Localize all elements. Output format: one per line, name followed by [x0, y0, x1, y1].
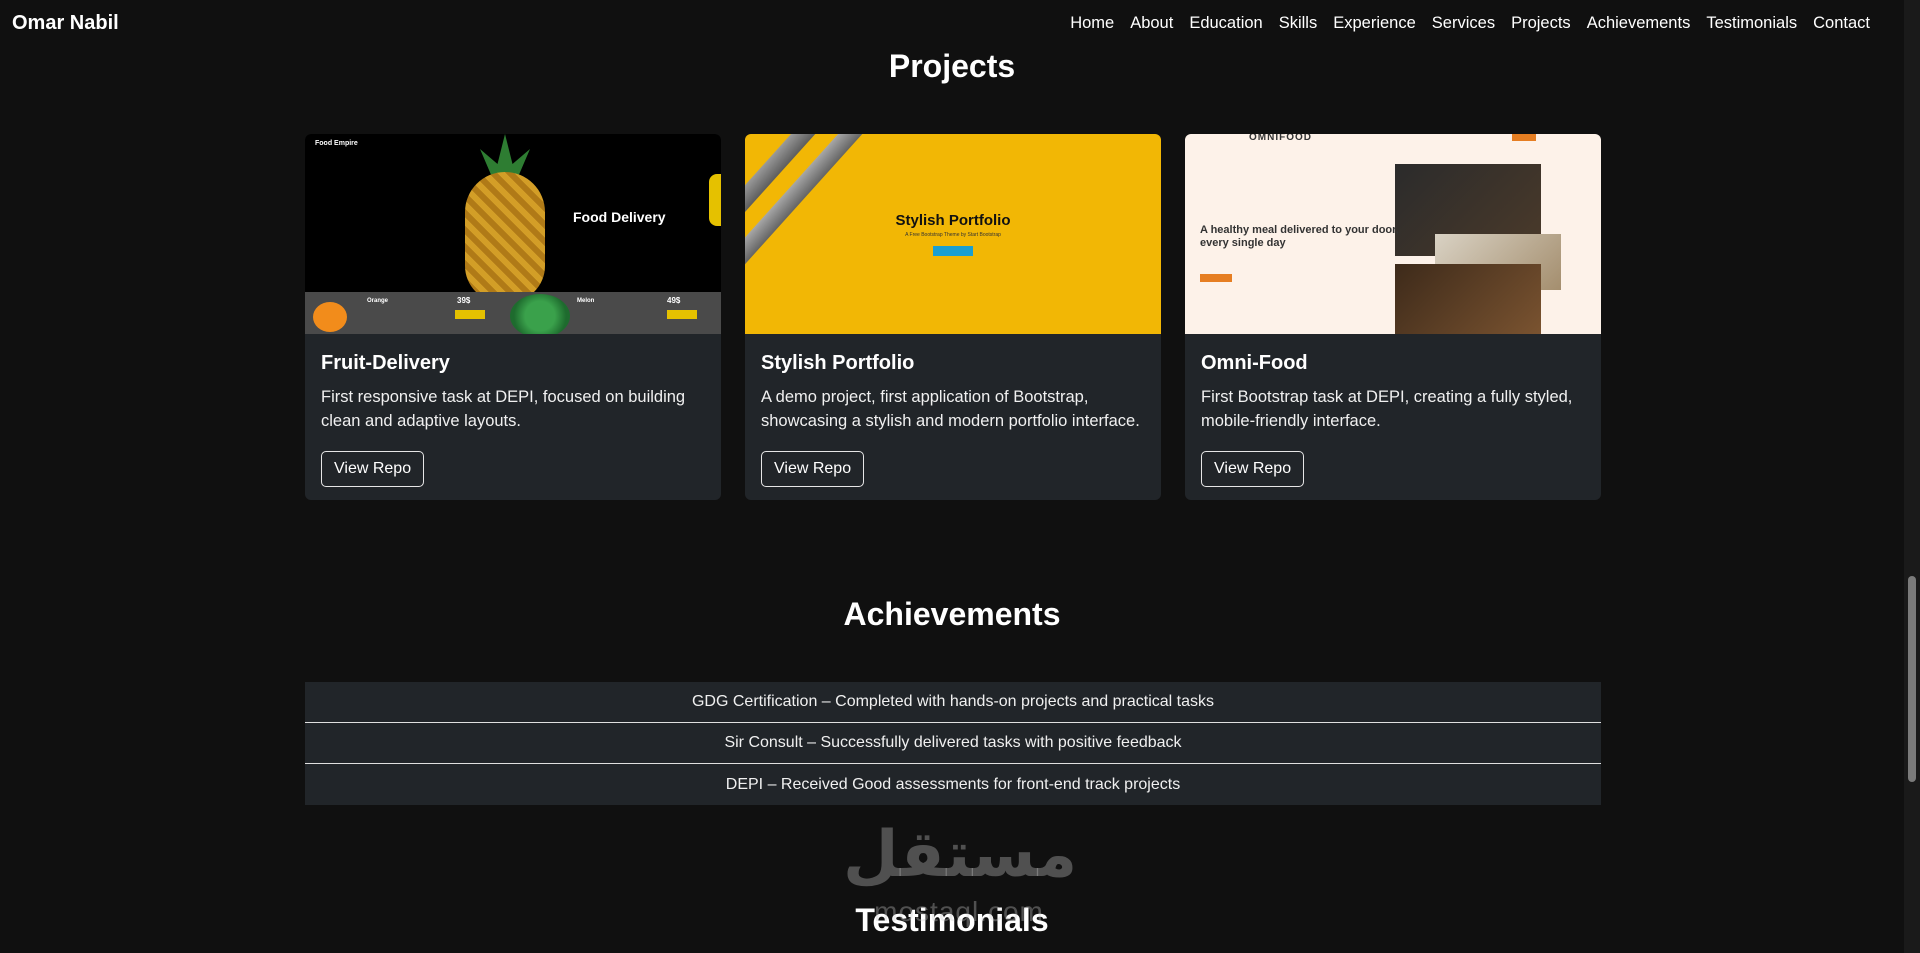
project-cards: Food Empire Food Delivery Orange 39$ Mel… — [305, 134, 1601, 500]
card-text: First Bootstrap task at DEPI, creating a… — [1201, 388, 1573, 430]
thumb-headline: A healthy meal delivered to your door, e… — [1200, 224, 1399, 249]
thumb-label-melon: Melon — [577, 298, 595, 304]
achievement-item: Sir Consult – Successfully delivered tas… — [305, 723, 1601, 764]
nav-link-contact[interactable]: Contact — [1813, 14, 1870, 33]
thumb-buy-button-1 — [455, 310, 485, 319]
pencil-image — [745, 134, 906, 280]
achievement-item: GDG Certification – Completed with hands… — [305, 682, 1601, 723]
watermark-url: mostaql.com — [874, 896, 1044, 927]
navbar: Omar Nabil Home About Education Skills E… — [0, 0, 1904, 46]
project-card-fruit-delivery: Food Empire Food Delivery Orange 39$ Mel… — [305, 134, 721, 500]
nav-link-about[interactable]: About — [1130, 14, 1173, 33]
thumb-side-panel — [709, 174, 721, 226]
project-thumbnail: Stylish Portfolio A Free Bootstrap Theme… — [745, 134, 1161, 334]
achievements-list: GDG Certification – Completed with hands… — [305, 682, 1601, 805]
thumb-headline: Food Delivery — [573, 209, 666, 225]
card-body: Omni-Food First Bootstrap task at DEPI, … — [1185, 334, 1601, 500]
project-thumbnail: Food Empire Food Delivery Orange 39$ Mel… — [305, 134, 721, 334]
nav-link-skills[interactable]: Skills — [1279, 14, 1318, 33]
thumb-subtitle: A Free Bootstrap Theme by Start Bootstra… — [905, 232, 1001, 238]
card-text: First responsive task at DEPI, focused o… — [321, 388, 686, 430]
brand[interactable]: Omar Nabil — [12, 12, 119, 35]
thumb-nav-button — [1512, 134, 1536, 141]
orange-image — [313, 302, 347, 332]
project-card-omni-food: OMNIFOOD A healthy meal delivered to you… — [1185, 134, 1601, 500]
nav-link-services[interactable]: Services — [1432, 14, 1495, 33]
pineapple-image — [465, 172, 545, 302]
projects-title: Projects — [888, 48, 1016, 84]
nav-link-experience[interactable]: Experience — [1333, 14, 1416, 33]
melon-image — [510, 294, 570, 334]
thumb-label-orange: Orange — [367, 298, 389, 304]
project-card-stylish-portfolio: Stylish Portfolio A Free Bootstrap Theme… — [745, 134, 1161, 500]
thumb-cta-button — [933, 246, 973, 256]
view-repo-button[interactable]: View Repo — [761, 451, 865, 487]
thumb-headline: Stylish Portfolio — [895, 212, 1011, 229]
nav-link-education[interactable]: Education — [1189, 14, 1262, 33]
watermark-logo: مستقل — [843, 818, 1078, 890]
thumb-buy-button-2 — [667, 310, 697, 319]
thumb-logo: OMNIFOOD — [1249, 134, 1312, 143]
view-repo-button[interactable]: View Repo — [321, 451, 425, 487]
card-title: Fruit-Delivery — [321, 352, 450, 374]
nav-link-testimonials[interactable]: Testimonials — [1706, 14, 1797, 33]
project-thumbnail: OMNIFOOD A healthy meal delivered to you… — [1185, 134, 1601, 334]
achievement-item: DEPI – Received Good assessments for fro… — [305, 764, 1601, 805]
scrollbar[interactable] — [1904, 0, 1920, 953]
thumb-price-1: 39$ — [457, 296, 471, 305]
thumb-cta-button — [1200, 274, 1232, 282]
nav-link-home[interactable]: Home — [1070, 14, 1114, 33]
nav-links: Home About Education Skills Experience S… — [1070, 14, 1870, 33]
thumb-brand: Food Empire — [315, 140, 358, 147]
food-photo — [1395, 264, 1541, 334]
card-title: Stylish Portfolio — [761, 352, 915, 374]
nav-link-achievements[interactable]: Achievements — [1587, 14, 1691, 33]
card-body: Fruit-Delivery First responsive task at … — [305, 334, 721, 500]
thumb-price-2: 49$ — [667, 296, 681, 305]
card-body: Stylish Portfolio A demo project, first … — [745, 334, 1161, 500]
view-repo-button[interactable]: View Repo — [1201, 451, 1305, 487]
scrollbar-thumb[interactable] — [1908, 576, 1916, 782]
nav-link-projects[interactable]: Projects — [1511, 14, 1571, 33]
card-title: Omni-Food — [1201, 352, 1308, 374]
card-text: A demo project, first application of Boo… — [761, 388, 1140, 430]
achievements-title: Achievements — [843, 596, 1061, 632]
